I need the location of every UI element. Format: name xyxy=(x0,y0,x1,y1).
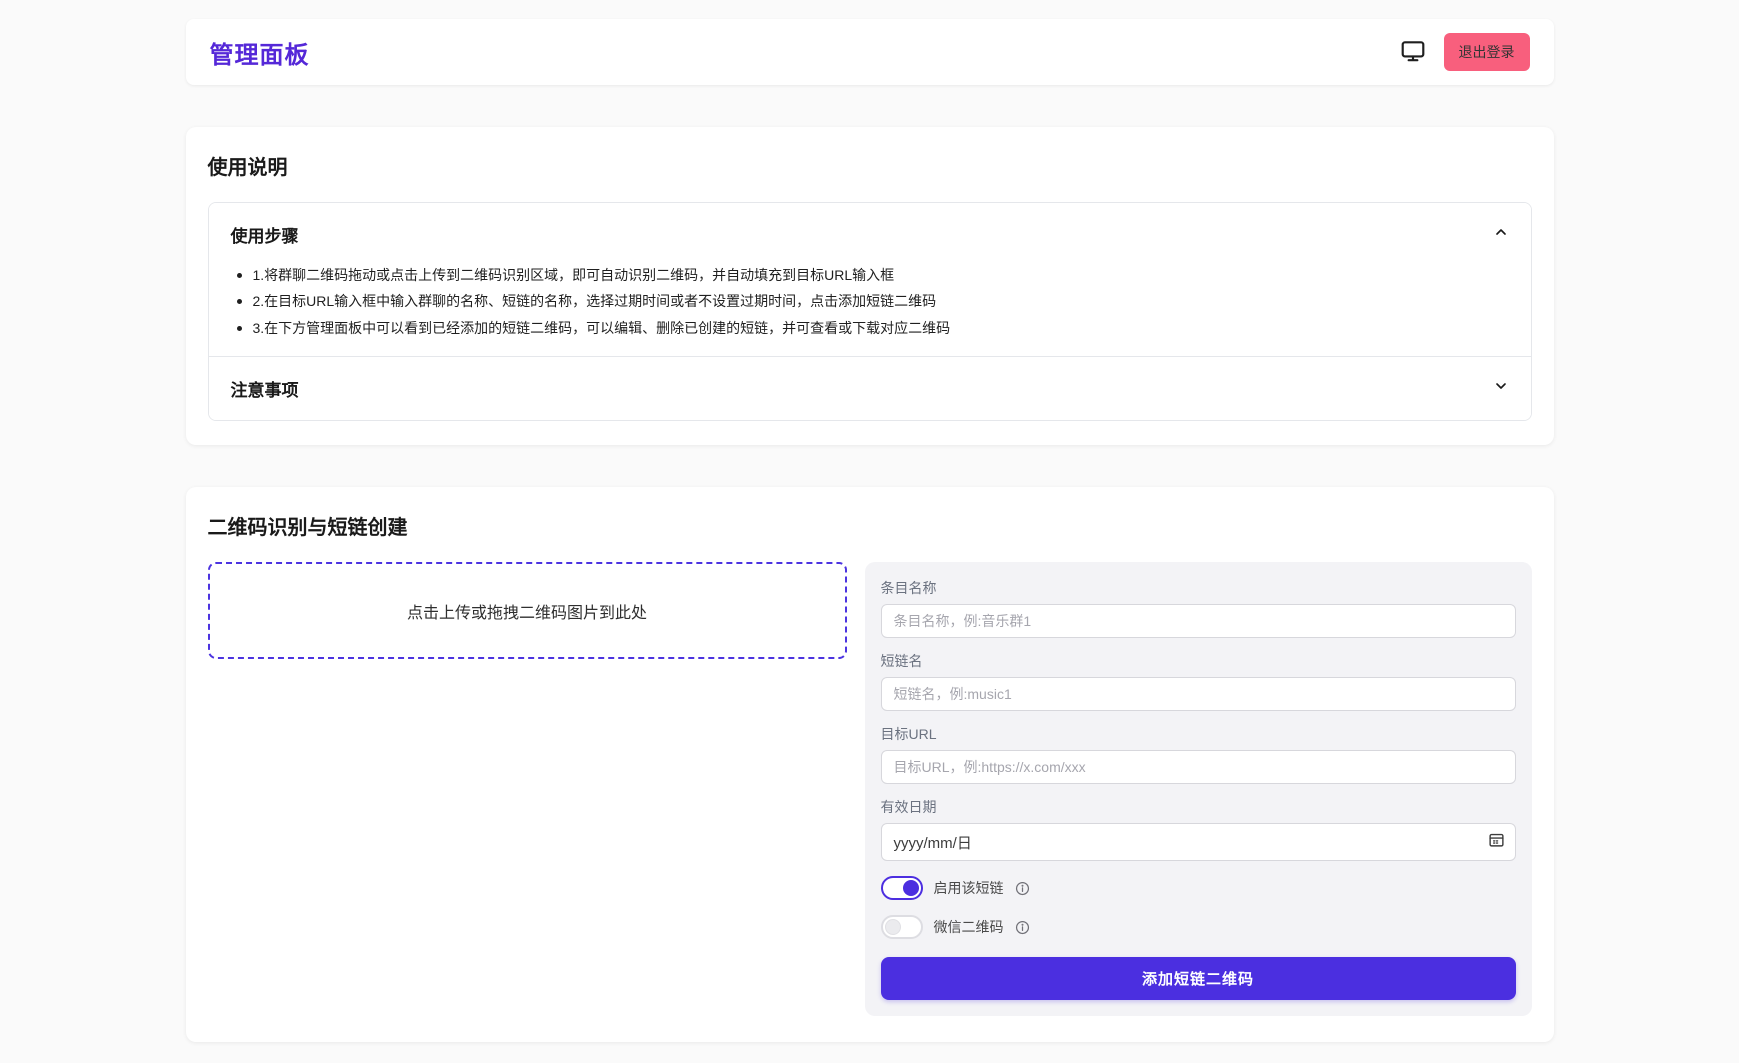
target-url-label: 目标URL xyxy=(881,724,1516,744)
accordion-item-steps: 使用步骤 1.将群聊二维码拖动或点击上传到二维码识别区域，即可自动识别二维码，并… xyxy=(209,203,1531,356)
qr-shortlink-section: 二维码识别与短链创建 点击上传或拖拽二维码图片到此处 条目名称 短链名 目标UR… xyxy=(186,487,1554,1042)
field-valid-date: 有效日期 yyyy/mm/日 xyxy=(881,797,1516,861)
header-actions: 退出登录 xyxy=(1398,33,1530,71)
short-link-label: 短链名 xyxy=(881,651,1516,671)
steps-list: 1.将群聊二维码拖动或点击上传到二维码识别区域，即可自动识别二维码，并自动填充到… xyxy=(231,268,1509,336)
monitor-icon xyxy=(1400,38,1426,67)
instructions-heading: 使用说明 xyxy=(208,151,1532,180)
list-item: 2.在目标URL输入框中输入群聊的名称、短链的名称，选择过期时间或者不设置过期时… xyxy=(231,294,1509,309)
wechat-qr-toggle[interactable] xyxy=(881,915,923,939)
accordion-header-notes[interactable]: 注意事项 xyxy=(209,357,1531,420)
instructions-section: 使用说明 使用步骤 1.将群聊二维码拖动或点击上传到二维码识别区域，即可自动识别… xyxy=(186,127,1554,445)
accordion-item-notes: 注意事项 xyxy=(209,356,1531,420)
page-title: 管理面板 xyxy=(210,35,310,70)
header-bar: 管理面板 退出登录 xyxy=(186,19,1554,85)
info-icon[interactable] xyxy=(1015,920,1030,935)
info-icon[interactable] xyxy=(1015,881,1030,896)
accordion-header-steps[interactable]: 使用步骤 xyxy=(209,203,1531,266)
accordion-body-steps: 1.将群聊二维码拖动或点击上传到二维码识别区域，即可自动识别二维码，并自动填充到… xyxy=(209,266,1531,356)
logout-button[interactable]: 退出登录 xyxy=(1444,33,1530,71)
list-item: 3.在下方管理面板中可以看到已经添加的短链二维码，可以编辑、删除已创建的短链，并… xyxy=(231,321,1509,336)
chevron-up-icon[interactable] xyxy=(1493,224,1509,245)
dropzone-text: 点击上传或拖拽二维码图片到此处 xyxy=(407,599,647,623)
shortlink-form: 条目名称 短链名 目标URL 有效日期 yyyy/mm/日 xyxy=(865,562,1532,1016)
enable-shortlink-toggle[interactable] xyxy=(881,876,923,900)
calendar-icon[interactable] xyxy=(1488,831,1505,853)
field-entry-name: 条目名称 xyxy=(881,578,1516,638)
enable-shortlink-label: 启用该短链 xyxy=(934,878,1004,898)
list-item: 1.将群聊二维码拖动或点击上传到二维码识别区域，即可自动识别二维码，并自动填充到… xyxy=(231,268,1509,283)
chevron-down-icon[interactable] xyxy=(1493,378,1509,399)
qr-content-row: 点击上传或拖拽二维码图片到此处 条目名称 短链名 目标URL 有效日期 xyxy=(208,562,1532,1016)
short-link-input[interactable] xyxy=(881,677,1516,711)
display-mode-button[interactable] xyxy=(1398,36,1428,69)
accordion-title: 注意事项 xyxy=(231,376,299,401)
qr-upload-dropzone[interactable]: 点击上传或拖拽二维码图片到此处 xyxy=(208,562,847,659)
date-value: yyyy/mm/日 xyxy=(894,832,972,853)
qr-section-heading: 二维码识别与短链创建 xyxy=(208,511,1532,540)
toggle-row-wechat: 微信二维码 xyxy=(881,913,1516,941)
add-shortlink-qr-button[interactable]: 添加短链二维码 xyxy=(881,957,1516,1000)
wechat-qr-label: 微信二维码 xyxy=(934,917,1004,937)
entry-name-input[interactable] xyxy=(881,604,1516,638)
field-short-link: 短链名 xyxy=(881,651,1516,711)
toggle-knob xyxy=(903,880,919,896)
page-container: 管理面板 退出登录 使用说明 使用步骤 xyxy=(186,19,1554,1042)
instructions-accordion: 使用步骤 1.将群聊二维码拖动或点击上传到二维码识别区域，即可自动识别二维码，并… xyxy=(208,202,1532,421)
valid-date-label: 有效日期 xyxy=(881,797,1516,817)
target-url-input[interactable] xyxy=(881,750,1516,784)
accordion-title: 使用步骤 xyxy=(231,222,299,247)
entry-name-label: 条目名称 xyxy=(881,578,1516,598)
field-target-url: 目标URL xyxy=(881,724,1516,784)
toggle-knob xyxy=(885,919,901,935)
valid-date-input[interactable]: yyyy/mm/日 xyxy=(881,823,1516,861)
toggle-row-enable: 启用该短链 xyxy=(881,874,1516,902)
